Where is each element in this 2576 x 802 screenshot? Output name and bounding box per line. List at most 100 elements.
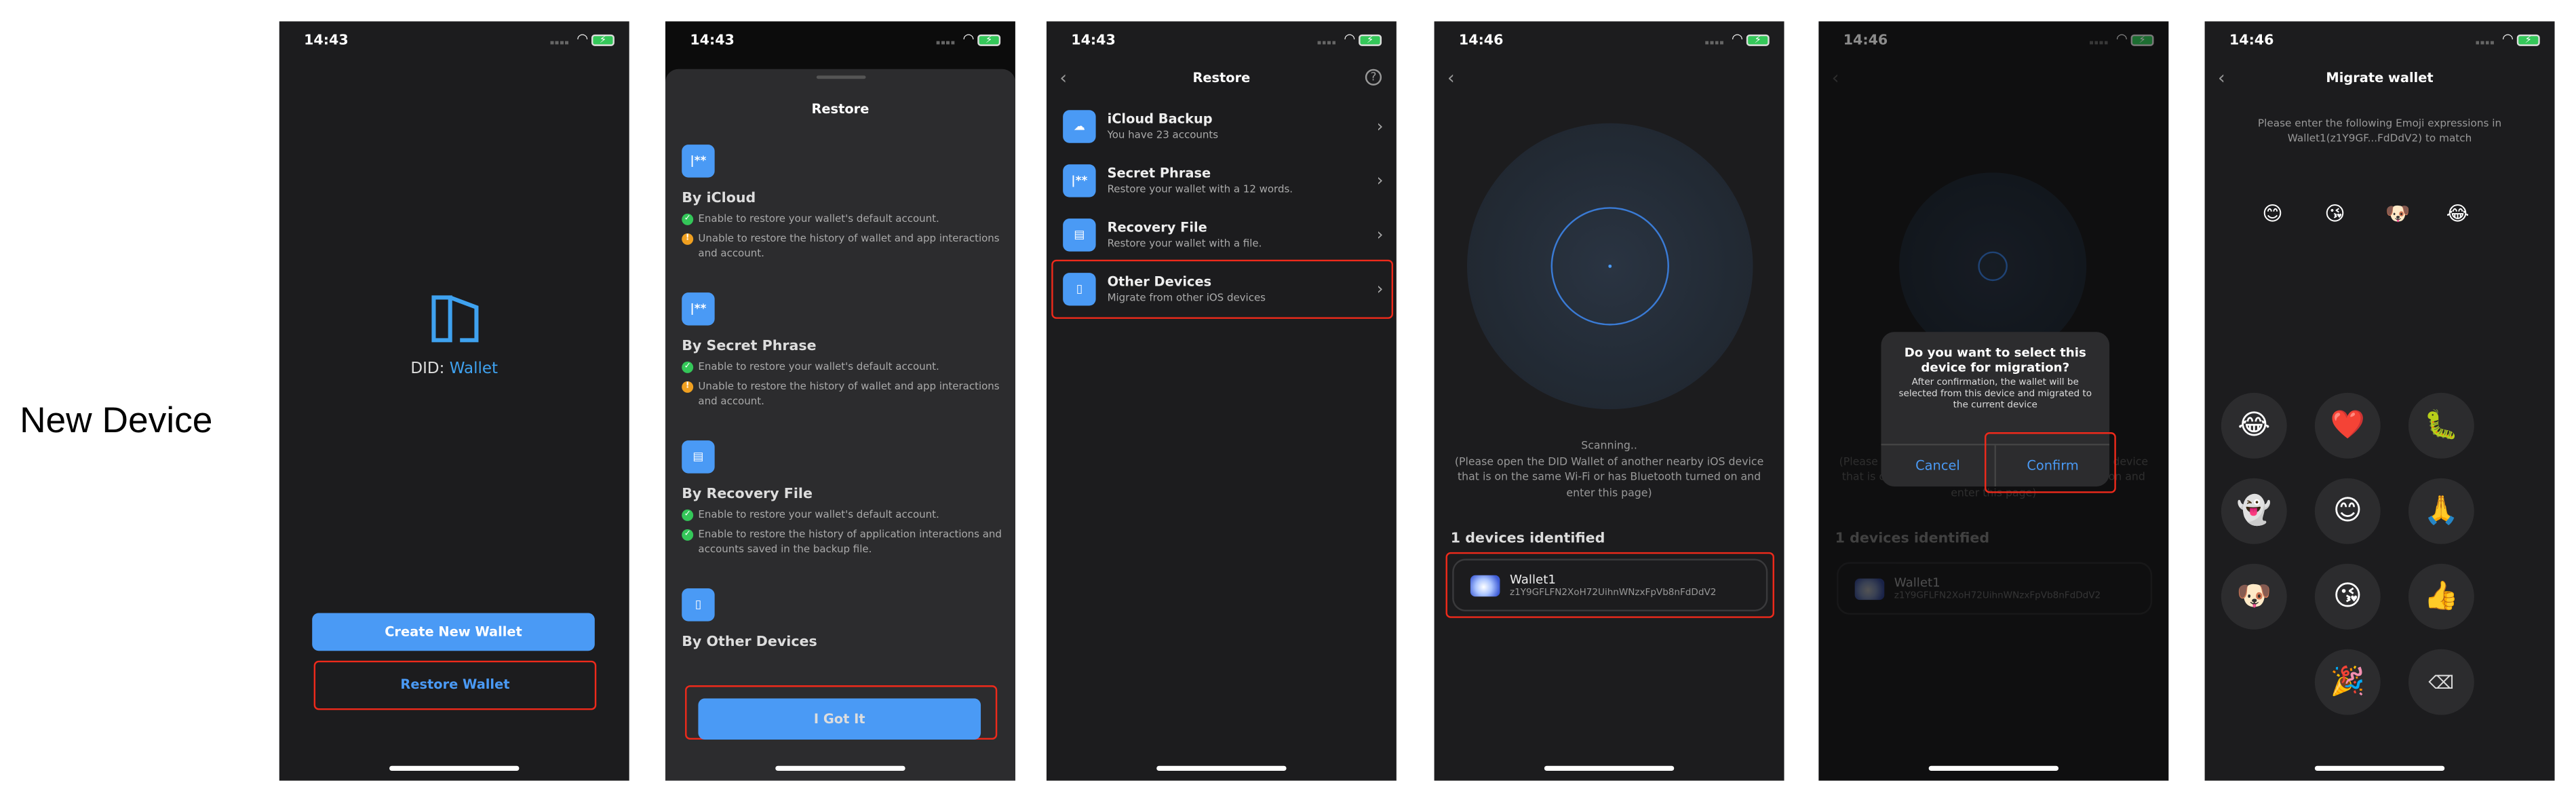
- emoji-key[interactable]: 👻: [2221, 478, 2287, 544]
- emoji-glyph: 😘: [2333, 580, 2362, 613]
- logo-text-wallet: Wallet: [449, 360, 499, 379]
- emoji-key[interactable]: 🐶: [2221, 563, 2287, 630]
- password-icon: |**: [682, 145, 715, 178]
- option-secret-phrase[interactable]: |** Secret Phrase Restore your wallet wit…: [1063, 156, 1383, 206]
- bullet-text: Unable to restore the history of wallet …: [698, 233, 1000, 260]
- check-icon: ✓: [682, 361, 694, 373]
- option-title: Other Devices: [1107, 274, 1212, 290]
- status-time: 14:43: [690, 33, 735, 50]
- section-recovery-file: ▤ By Recovery File ✓ Enable to restore yo…: [682, 440, 1002, 557]
- wifi-icon: ◠: [2502, 31, 2514, 46]
- emoji-key[interactable]: 🐛: [2408, 392, 2474, 459]
- option-subtitle: Restore your wallet with a file.: [1107, 238, 1262, 250]
- battery-icon: ⚡: [591, 34, 614, 46]
- cloud-icon: ☁: [1063, 110, 1096, 143]
- emoji-key[interactable]: 🎉: [2314, 649, 2381, 715]
- wifi-icon: ◠: [1344, 31, 1356, 46]
- warning-icon: !: [682, 233, 694, 245]
- section-icloud: |** By iCloud ✓ Enable to restore your wa…: [682, 145, 1002, 261]
- status-bar: 14:46 ◠ ⚡: [1435, 21, 1784, 64]
- battery-icon: ⚡: [1746, 34, 1770, 46]
- battery-icon: ⚡: [2516, 34, 2540, 46]
- emoji-key[interactable]: 😘: [2314, 563, 2381, 630]
- screen-confirm-migration: 14:46 ◠ ⚡ ‹ Scanning.. (Please open the …: [1818, 21, 2169, 781]
- option-icloud-backup[interactable]: ☁ iCloud Backup You have 23 accounts ›: [1063, 102, 1383, 151]
- dialog-title: Do you want to select this device for mi…: [1904, 345, 2086, 375]
- emoji-glyph: 😊: [2333, 495, 2362, 528]
- wifi-icon: ◠: [1732, 31, 1743, 46]
- target-emoji: 😂: [2446, 202, 2470, 225]
- help-icon[interactable]: ?: [1365, 69, 1382, 85]
- status-bar: 14:43 ◠ ⚡: [279, 21, 629, 64]
- status-time: 14:43: [1071, 33, 1116, 50]
- sheet-title: Restore: [811, 102, 870, 117]
- chevron-right-icon: ›: [1376, 172, 1384, 190]
- devices-identified: 1 devices identified: [1450, 531, 1605, 548]
- device-card[interactable]: Wallet1 z1Y9GFLFN2XoH72UihnWNzxFpVb8nFdDd…: [1452, 558, 1768, 612]
- chevron-right-icon: ›: [1376, 226, 1384, 244]
- bottom-sheet: Restore |** By iCloud ✓ Enable to restore…: [665, 69, 1015, 781]
- status-bar: 14:43 ◠ ⚡: [1047, 21, 1397, 64]
- bullet: ! Unable to restore the history of wallet…: [682, 380, 1002, 410]
- sheet-handle[interactable]: [816, 75, 866, 79]
- section-secret-phrase: |** By Secret Phrase ✓ Enable to restore …: [682, 292, 1002, 409]
- bullet-text: Enable to restore your wallet's default …: [698, 509, 939, 521]
- emoji-key[interactable]: ❤️: [2314, 392, 2381, 459]
- emoji-key[interactable]: 🙏: [2408, 478, 2474, 544]
- password-icon: |**: [1063, 164, 1096, 197]
- home-indicator: [1156, 765, 1287, 771]
- screen-scanning: 14:46 ◠ ⚡ ‹ Scanning.. (Please open the …: [1434, 21, 1784, 781]
- signal-icon: [1705, 41, 1723, 45]
- option-recovery-file[interactable]: ▤ Recovery File Restore your wallet with …: [1063, 210, 1383, 260]
- bullet-text: Enable to restore the history of applica…: [698, 529, 1002, 556]
- emoji-key[interactable]: 👍: [2408, 563, 2474, 630]
- option-title: iCloud Backup: [1107, 111, 1213, 127]
- new-device-label: New Device: [20, 399, 213, 441]
- phone-icon: ▯: [1063, 273, 1096, 306]
- option-other-devices[interactable]: ▯ Other Devices Migrate from other iOS de…: [1063, 265, 1383, 314]
- emoji-glyph: 😂: [2238, 409, 2271, 442]
- emoji-key[interactable]: 😂: [2221, 392, 2287, 459]
- section-title: By Secret Phrase: [682, 338, 817, 356]
- back-icon[interactable]: ‹: [1447, 67, 1455, 88]
- check-icon: ✓: [682, 529, 694, 541]
- wallet-avatar-icon: [1470, 574, 1500, 596]
- wifi-icon: ◠: [577, 31, 589, 46]
- bullet: ✓ Enable to restore your wallet's default…: [682, 212, 1002, 227]
- bullet: ✓ Enable to restore your wallet's default…: [682, 360, 1002, 375]
- emoji-glyph: 🙏: [2423, 495, 2459, 528]
- section-title: By Other Devices: [682, 634, 817, 651]
- target-emoji: 🐶: [2385, 202, 2411, 225]
- bullet-text: Enable to restore your wallet's default …: [698, 361, 939, 373]
- page-title: Migrate wallet: [2326, 71, 2434, 85]
- status-time: 14:46: [2229, 33, 2274, 50]
- emoji-glyph: 👍: [2423, 580, 2459, 613]
- cancel-button[interactable]: Cancel: [1881, 445, 1994, 486]
- section-title: By Recovery File: [682, 486, 813, 503]
- i-got-it-button[interactable]: I Got It: [698, 698, 981, 740]
- restore-wallet-button[interactable]: Restore Wallet: [314, 661, 597, 710]
- create-new-wallet-button[interactable]: Create New Wallet: [312, 613, 595, 651]
- home-indicator: [775, 765, 905, 771]
- emoji-key[interactable]: 😊: [2314, 478, 2381, 544]
- status-time: 14:46: [1458, 33, 1504, 50]
- status-bar: 14:46 ◠ ⚡: [2205, 21, 2555, 64]
- option-subtitle: Restore your wallet with a 12 words.: [1107, 184, 1293, 196]
- emoji-glyph: 🐶: [2236, 580, 2271, 613]
- check-icon: ✓: [682, 509, 694, 521]
- home-indicator: [389, 765, 520, 771]
- page-title: Restore: [1192, 71, 1251, 85]
- option-title: Secret Phrase: [1107, 166, 1211, 181]
- battery-icon: ⚡: [1359, 34, 1382, 46]
- signal-icon: [550, 41, 569, 45]
- scan-instructions: (Please open the DID Wallet of another n…: [1454, 454, 1764, 499]
- chevron-right-icon: ›: [1376, 280, 1384, 299]
- section-other-devices: ▯ By Other Devices: [682, 588, 1002, 651]
- bullet-text: Enable to restore your wallet's default …: [698, 213, 939, 225]
- file-icon: ▤: [1063, 218, 1096, 252]
- backspace-icon: ⌫: [2428, 671, 2455, 693]
- signal-icon: [2476, 41, 2494, 45]
- option-subtitle: You have 23 accounts: [1107, 130, 1219, 142]
- radar-center-dot: [1608, 264, 1612, 268]
- backspace-key[interactable]: ⌫: [2408, 649, 2474, 715]
